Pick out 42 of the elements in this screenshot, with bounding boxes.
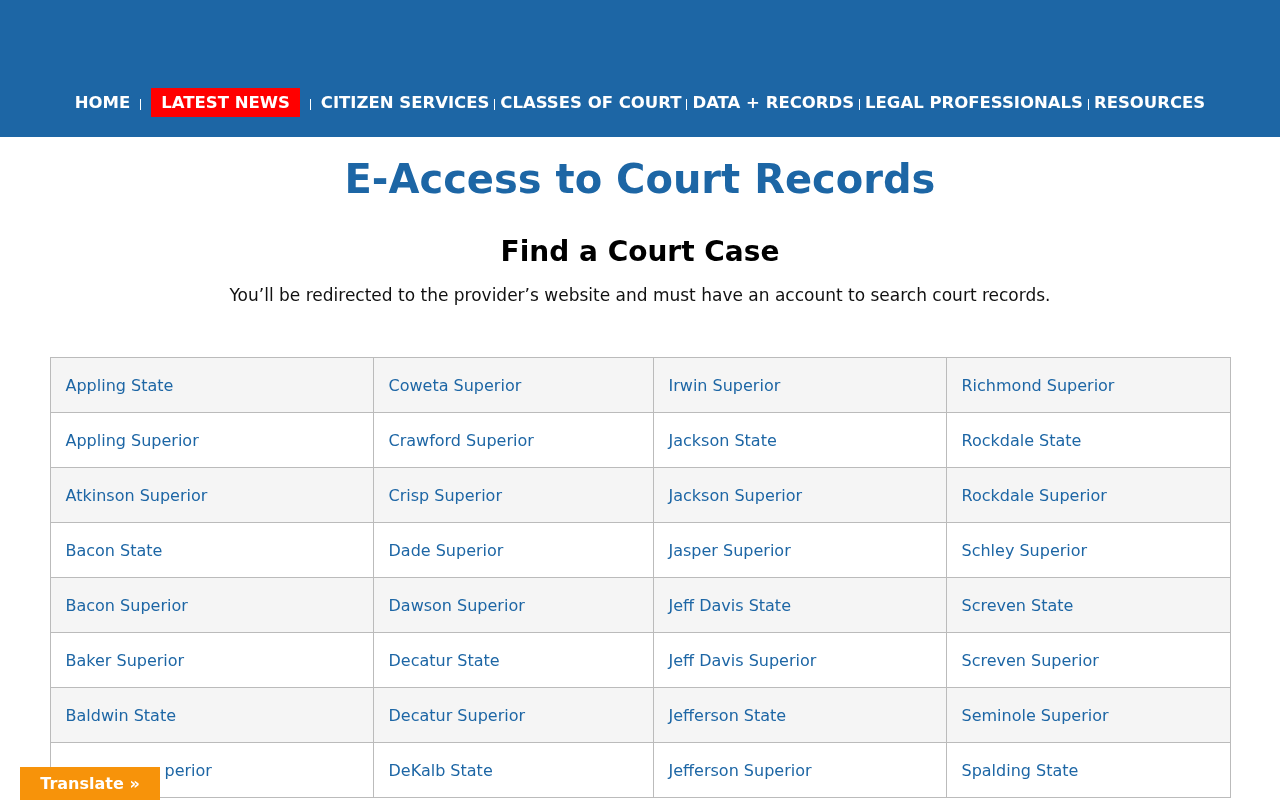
nav-link[interactable]: LATEST NEWS	[151, 88, 300, 117]
section-heading: Find a Court Case	[500, 235, 780, 269]
nav-link[interactable]: HOME	[74, 88, 131, 117]
nav-link[interactable]: DATA + RECORDS	[692, 88, 855, 117]
court-link[interactable]: Appling State	[65, 375, 174, 395]
court-link[interactable]: Jackson Superior	[668, 485, 803, 505]
court-link[interactable]: DeKalb State	[388, 760, 493, 780]
nav-link[interactable]: RESOURCES	[1094, 88, 1206, 117]
court-link[interactable]: Jackson State	[668, 430, 777, 450]
court-link[interactable]: Jefferson State	[668, 705, 787, 725]
court-link[interactable]: Dawson Superior	[388, 595, 525, 615]
court-link[interactable]: Atkinson Superior	[65, 485, 208, 505]
court-link[interactable]: Crisp Superior	[388, 485, 502, 505]
court-link[interactable]: Bacon State	[65, 540, 163, 560]
court-link[interactable]: Jeff Davis Superior	[668, 650, 817, 670]
page-title: E-Access to Court Records	[344, 155, 936, 203]
court-link[interactable]: Seminole Superior	[961, 705, 1109, 725]
court-link[interactable]: Crawford Superior	[388, 430, 534, 450]
court-link[interactable]: Coweta Superior	[388, 375, 522, 395]
court-link[interactable]: Baker Superior	[65, 650, 185, 670]
court-link[interactable]: Decatur State	[388, 650, 500, 670]
court-link[interactable]: Jasper Superior	[668, 540, 791, 560]
court-link[interactable]: Irwin Superior	[668, 375, 781, 395]
court-link[interactable]: Screven State	[961, 595, 1074, 615]
court-link[interactable]: Schley Superior	[961, 540, 1088, 560]
court-link[interactable]: Screven Superior	[961, 650, 1099, 670]
nav-link[interactable]: LEGAL PROFESSIONALS	[865, 88, 1083, 117]
court-link[interactable]: Jeff Davis State	[668, 595, 791, 615]
court-link[interactable]: Decatur Superior	[388, 705, 526, 725]
court-link[interactable]: Baldwin State	[65, 705, 176, 725]
court-link[interactable]: Rockdale Superior	[961, 485, 1107, 505]
court-link[interactable]: Appling Superior	[65, 430, 199, 450]
intro-text: You’ll be redirected to the provider’s website and must have an account to search court records.	[229, 285, 1051, 305]
court-link[interactable]: perior	[164, 760, 212, 780]
nav-link[interactable]: CITIZEN SERVICES	[320, 88, 490, 117]
nav-link[interactable]: CLASSES OF COURT	[500, 88, 682, 117]
court-link[interactable]: Richmond Superior	[961, 375, 1115, 395]
court-link[interactable]: Bacon Superior	[65, 595, 188, 615]
court-link[interactable]: Dade Superior	[388, 540, 504, 560]
court-link[interactable]: Spalding State	[961, 760, 1079, 780]
court-link[interactable]: Jefferson Superior	[668, 760, 812, 780]
court-link[interactable]: Rockdale State	[961, 430, 1082, 450]
